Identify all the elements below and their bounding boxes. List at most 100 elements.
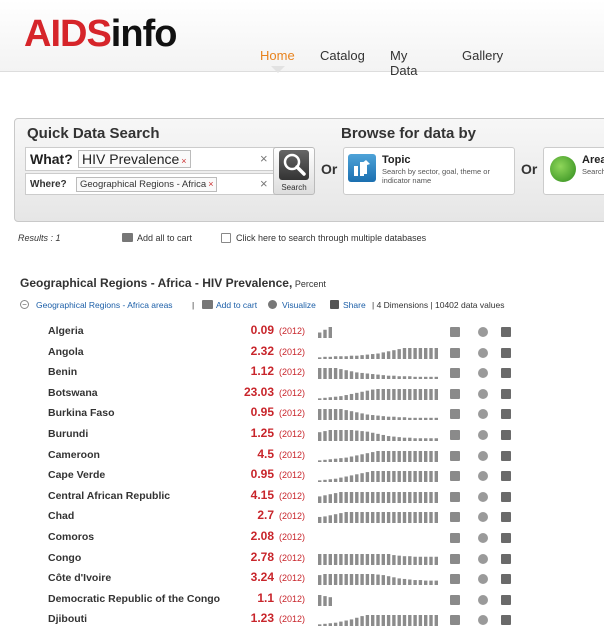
share-icon[interactable] bbox=[501, 615, 511, 626]
visualize-icon[interactable] bbox=[478, 471, 488, 482]
nav-catalog[interactable]: Catalog bbox=[320, 48, 365, 63]
share-link[interactable]: Share bbox=[343, 300, 366, 310]
trend-sparkline[interactable] bbox=[318, 470, 444, 483]
trend-sparkline[interactable] bbox=[318, 388, 444, 400]
add-to-cart-icon[interactable] bbox=[450, 388, 460, 399]
country-name[interactable]: Burundi bbox=[48, 428, 88, 440]
visualize-icon[interactable] bbox=[478, 347, 488, 358]
add-to-cart-icon[interactable] bbox=[450, 471, 460, 482]
add-to-cart-icon[interactable] bbox=[450, 615, 460, 626]
visualize-icon[interactable] bbox=[478, 594, 488, 605]
visualize-icon[interactable] bbox=[478, 327, 488, 337]
share-icon[interactable] bbox=[501, 594, 511, 605]
add-to-cart-icon[interactable] bbox=[450, 533, 460, 543]
visualize-icon[interactable] bbox=[478, 430, 488, 440]
add-to-cart-icon[interactable] bbox=[450, 512, 460, 523]
trend-sparkline[interactable] bbox=[318, 532, 444, 544]
visualize-link[interactable]: Visualize bbox=[282, 300, 316, 310]
aidsinfo-logo[interactable]: AIDSinfo bbox=[24, 14, 177, 54]
trend-sparkline[interactable] bbox=[318, 573, 444, 586]
visualize-icon[interactable] bbox=[478, 615, 488, 626]
country-name[interactable]: Congo bbox=[48, 552, 81, 564]
country-name[interactable]: Cape Verde bbox=[48, 469, 105, 481]
trend-sparkline[interactable] bbox=[318, 491, 444, 503]
add-to-cart-icon[interactable] bbox=[450, 430, 460, 440]
share-icon[interactable] bbox=[501, 409, 511, 420]
country-name[interactable]: Botswana bbox=[48, 387, 98, 399]
country-name[interactable]: Angola bbox=[48, 346, 84, 358]
browse-topic-card[interactable]: Topic Search by sector, goal, theme or i… bbox=[343, 147, 515, 195]
country-name[interactable]: Democratic Republic of the Congo bbox=[48, 593, 220, 605]
visualize-icon[interactable] bbox=[478, 450, 488, 461]
country-name[interactable]: Chad bbox=[48, 510, 74, 522]
country-name[interactable]: Djibouti bbox=[48, 613, 87, 625]
add-to-cart-icon[interactable] bbox=[450, 327, 460, 337]
share-icon[interactable] bbox=[501, 471, 511, 482]
trend-sparkline[interactable] bbox=[318, 553, 444, 565]
share-icon[interactable] bbox=[330, 300, 339, 309]
nav-gallery[interactable]: Gallery bbox=[462, 48, 503, 63]
search-button[interactable]: Search bbox=[273, 147, 315, 195]
clear-what-icon[interactable]: × bbox=[260, 151, 268, 166]
share-icon[interactable] bbox=[501, 347, 511, 358]
share-icon[interactable] bbox=[501, 388, 511, 399]
country-name[interactable]: Burkina Faso bbox=[48, 407, 115, 419]
share-icon[interactable] bbox=[501, 512, 511, 523]
trend-sparkline[interactable] bbox=[318, 450, 444, 462]
visualize-icon[interactable] bbox=[478, 533, 488, 543]
trend-sparkline[interactable] bbox=[318, 594, 444, 606]
country-name[interactable]: Benin bbox=[48, 366, 77, 378]
visualize-icon[interactable] bbox=[268, 300, 277, 309]
what-field[interactable]: What? HIV Prevalence × × bbox=[25, 147, 279, 171]
multi-database-search-link[interactable]: Click here to search through multiple da… bbox=[236, 233, 426, 243]
visualize-icon[interactable] bbox=[478, 512, 488, 523]
add-to-cart-icon[interactable] bbox=[450, 409, 460, 420]
add-to-cart-icon[interactable] bbox=[450, 368, 460, 379]
country-name[interactable]: Côte d'Ivoire bbox=[48, 572, 111, 584]
country-name[interactable]: Cameroon bbox=[48, 449, 100, 461]
remove-tag-icon[interactable]: × bbox=[208, 179, 213, 189]
remove-tag-icon[interactable]: × bbox=[181, 156, 186, 166]
region-areas-link[interactable]: Geographical Regions - Africa areas bbox=[36, 300, 173, 310]
visualize-icon[interactable] bbox=[478, 574, 488, 585]
share-icon[interactable] bbox=[501, 368, 511, 379]
trend-sparkline[interactable] bbox=[318, 367, 444, 380]
share-icon[interactable] bbox=[501, 553, 511, 564]
nav-my-data[interactable]: My Data bbox=[390, 48, 417, 78]
add-to-cart-icon[interactable] bbox=[450, 594, 460, 605]
share-icon[interactable] bbox=[501, 491, 511, 502]
add-all-to-cart-link[interactable]: Add all to cart bbox=[137, 233, 192, 243]
visualize-icon[interactable] bbox=[478, 553, 488, 564]
browse-area-card[interactable]: Area Search by region, country or distri… bbox=[543, 147, 604, 195]
country-name[interactable]: Central African Republic bbox=[48, 490, 170, 502]
share-icon[interactable] bbox=[501, 450, 511, 461]
visualize-icon[interactable] bbox=[478, 388, 488, 399]
visualize-icon[interactable] bbox=[478, 368, 488, 379]
share-icon[interactable] bbox=[501, 574, 511, 585]
trend-sparkline[interactable] bbox=[318, 614, 444, 627]
trend-sparkline[interactable] bbox=[318, 429, 444, 441]
add-to-cart-link[interactable]: Add to cart bbox=[216, 300, 257, 310]
database-icon[interactable] bbox=[221, 233, 231, 243]
add-to-cart-icon[interactable] bbox=[450, 553, 460, 564]
visualize-icon[interactable] bbox=[478, 409, 488, 420]
where-field[interactable]: Where? Geographical Regions - Africa × × bbox=[25, 173, 279, 195]
country-name[interactable]: Comoros bbox=[48, 531, 94, 543]
add-to-cart-icon[interactable] bbox=[450, 450, 460, 461]
trend-sparkline[interactable] bbox=[318, 347, 444, 359]
collapse-icon[interactable]: − bbox=[20, 300, 29, 309]
cart-icon[interactable] bbox=[202, 300, 213, 309]
add-to-cart-icon[interactable] bbox=[450, 347, 460, 358]
share-icon[interactable] bbox=[501, 533, 511, 543]
trend-sparkline[interactable] bbox=[318, 408, 444, 421]
nav-home[interactable]: Home bbox=[260, 48, 295, 63]
share-icon[interactable] bbox=[501, 327, 511, 337]
trend-sparkline[interactable] bbox=[318, 511, 444, 524]
clear-where-icon[interactable]: × bbox=[260, 176, 268, 191]
visualize-icon[interactable] bbox=[478, 491, 488, 502]
cart-icon[interactable] bbox=[122, 233, 133, 242]
share-icon[interactable] bbox=[501, 430, 511, 440]
add-to-cart-icon[interactable] bbox=[450, 491, 460, 502]
trend-sparkline[interactable] bbox=[318, 326, 444, 338]
country-name[interactable]: Algeria bbox=[48, 325, 84, 337]
